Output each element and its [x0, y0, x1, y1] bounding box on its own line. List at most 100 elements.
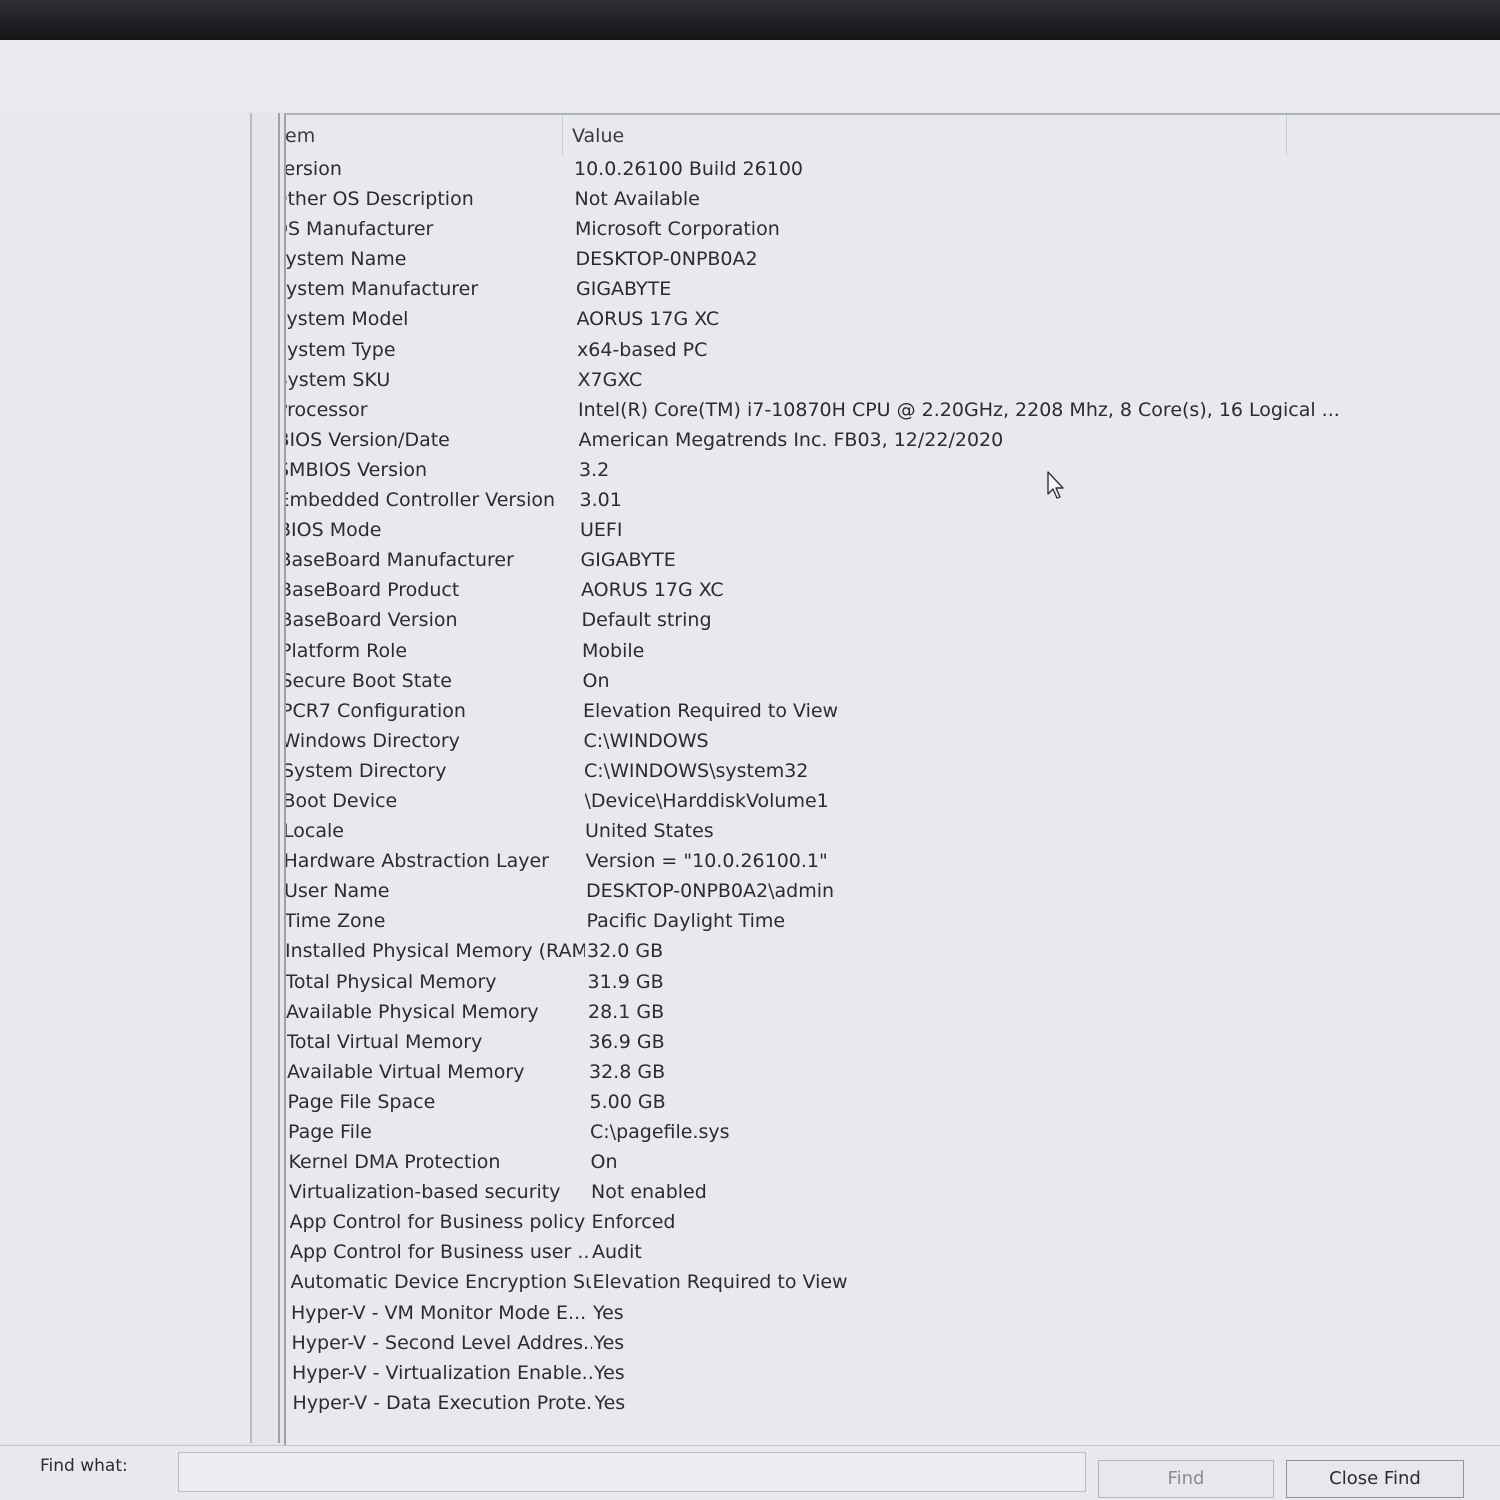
column-separator[interactable]: [1286, 115, 1287, 155]
table-row[interactable]: System Directory C:\WINDOWS\system32: [286, 757, 1500, 787]
row-item-name: Processor: [284, 398, 368, 421]
row-item-value: Enforced: [591, 1211, 676, 1234]
column-header-item[interactable]: Item: [286, 125, 315, 147]
table-row[interactable]: Processor Intel(R) Core(TM) i7-10870H CPU…: [286, 396, 1500, 426]
row-item-value: X7GXC: [577, 368, 643, 391]
row-item-value: DESKTOP-0NPB0A2: [575, 248, 758, 271]
table-row[interactable]: Automatic Device Encryption Su... Elevati…: [291, 1268, 1500, 1298]
table-row[interactable]: Virtualization-based security Not enabled: [289, 1178, 1500, 1208]
table-row[interactable]: System SKU X7GXC: [286, 366, 1500, 396]
table-row[interactable]: BaseBoard Manufacturer GIGABYTE: [286, 546, 1500, 576]
find-bar: Find what: Find Close Find: [0, 1445, 1500, 1500]
row-item-name: Time Zone: [284, 910, 386, 933]
table-row[interactable]: Embedded Controller Version 3.01: [286, 486, 1500, 516]
row-item-name: Secure Boot State: [284, 669, 452, 692]
table-row[interactable]: Version 10.0.26100 Build 26100: [286, 155, 1500, 185]
find-what-label: Find what:: [40, 1456, 128, 1476]
row-item-value: On: [582, 669, 610, 692]
column-header-value[interactable]: Value: [572, 125, 624, 147]
table-row[interactable]: Secure Boot State On: [286, 667, 1500, 697]
row-item-name: Boot Device: [284, 789, 398, 812]
row-item-value: American Megatrends Inc. FB03, 12/22/202…: [578, 428, 1004, 451]
table-row[interactable]: Available Physical Memory 28.1 GB: [286, 998, 1500, 1028]
table-row[interactable]: Hyper-V - VM Monitor Mode E... Yes: [291, 1299, 1500, 1329]
row-item-name: SMBIOS Version: [284, 458, 428, 481]
row-item-name: Automatic Device Encryption Su...: [290, 1271, 591, 1294]
row-item-name: Kernel DMA Protection: [288, 1151, 501, 1174]
row-item-value: AORUS 17G XC: [576, 308, 720, 331]
row-item-name: Hyper-V - VM Monitor Mode E...: [291, 1301, 587, 1324]
column-header: Item Value: [286, 115, 1500, 155]
find-what-input[interactable]: [178, 1452, 1086, 1492]
category-tree-pane[interactable]: [0, 113, 252, 1443]
table-row[interactable]: Platform Role Mobile: [286, 637, 1500, 667]
table-row[interactable]: Page File C:\pagefile.sys: [288, 1118, 1500, 1148]
row-item-value: C:\pagefile.sys: [590, 1121, 730, 1143]
row-item-value: On: [590, 1151, 618, 1174]
row-item-value: AORUS 17G XC: [581, 579, 724, 602]
table-row[interactable]: BaseBoard Product AORUS 17G XC: [286, 576, 1500, 606]
table-row[interactable]: App Control for Business policy Enforced: [290, 1208, 1500, 1238]
pane-splitter[interactable]: [252, 113, 280, 1443]
row-item-name: Available Virtual Memory: [287, 1060, 525, 1083]
table-row[interactable]: System Type x64-based PC: [286, 336, 1500, 366]
details-rows: Version 10.0.26100 Build 26100 Other OS De…: [286, 155, 1500, 1419]
row-item-value: x64-based PC: [577, 338, 708, 361]
row-item-name: Total Virtual Memory: [286, 1030, 483, 1053]
row-item-value: 28.1 GB: [588, 1000, 665, 1023]
row-item-value: Intel(R) Core(TM) i7-10870H CPU @ 2.20GH…: [578, 398, 1340, 421]
table-row[interactable]: BaseBoard Version Default string: [286, 606, 1500, 636]
table-row[interactable]: System Manufacturer GIGABYTE: [286, 275, 1500, 305]
table-row[interactable]: System Name DESKTOP-0NPB0A2: [286, 245, 1500, 275]
row-item-name: App Control for Business policy: [289, 1211, 586, 1234]
table-row[interactable]: Time Zone Pacific Daylight Time: [286, 907, 1500, 937]
table-row[interactable]: Total Virtual Memory 36.9 GB: [287, 1028, 1500, 1058]
row-item-name: System Name: [284, 248, 407, 271]
row-item-value: Microsoft Corporation: [575, 218, 780, 241]
table-row[interactable]: SMBIOS Version 3.2: [286, 456, 1500, 486]
table-row[interactable]: User Name DESKTOP-0NPB0A2\admin: [286, 877, 1500, 907]
table-row[interactable]: App Control for Business user ... Audit: [290, 1238, 1500, 1268]
table-row[interactable]: Installed Physical Memory (RAM) 32.0 GB: [286, 937, 1500, 967]
table-row[interactable]: Total Physical Memory 31.9 GB: [286, 968, 1500, 998]
table-row[interactable]: Boot Device \Device\HarddiskVolume1: [286, 787, 1500, 817]
row-item-value: Yes: [593, 1331, 625, 1354]
table-row[interactable]: Hyper-V - Data Execution Prote... Yes: [293, 1389, 1500, 1419]
row-item-name: BaseBoard Product: [284, 579, 460, 602]
row-item-value: 5.00 GB: [589, 1090, 666, 1113]
find-button[interactable]: Find: [1098, 1460, 1274, 1498]
row-item-name: System Model: [284, 308, 409, 331]
row-item-name: System SKU: [284, 368, 391, 391]
table-row[interactable]: Kernel DMA Protection On: [289, 1148, 1500, 1178]
table-row[interactable]: Locale United States: [286, 817, 1500, 847]
row-item-name: Virtualization-based security: [289, 1181, 561, 1204]
table-row[interactable]: Hyper-V - Second Level Addres... Yes: [292, 1329, 1500, 1359]
row-item-value: 32.0 GB: [587, 940, 664, 963]
table-row[interactable]: Windows Directory C:\WINDOWS: [286, 727, 1500, 757]
table-row[interactable]: OS Manufacturer Microsoft Corporation: [286, 215, 1500, 245]
table-row[interactable]: BIOS Version/Date American Megatrends Inc…: [286, 426, 1500, 456]
table-row[interactable]: Other OS Description Not Available: [286, 185, 1500, 215]
row-item-value: \Device\HarddiskVolume1: [584, 789, 829, 812]
table-row[interactable]: Hyper-V - Virtualization Enable... Yes: [292, 1359, 1500, 1389]
monitor-bezel: [0, 0, 1500, 40]
table-row[interactable]: Available Virtual Memory 32.8 GB: [287, 1058, 1500, 1088]
table-row[interactable]: System Model AORUS 17G XC: [286, 305, 1500, 335]
mouse-pointer-icon: [1047, 471, 1064, 499]
row-item-name: Windows Directory: [284, 729, 460, 752]
table-row[interactable]: Page File Space 5.00 GB: [288, 1088, 1500, 1118]
column-separator[interactable]: [562, 115, 563, 155]
row-item-name: BaseBoard Version: [284, 609, 458, 632]
row-item-name: BIOS Mode: [284, 519, 382, 542]
row-item-name: Page File: [288, 1121, 372, 1143]
row-item-value: Yes: [594, 1361, 625, 1384]
row-item-value: C:\WINDOWS: [583, 729, 709, 752]
details-list-pane[interactable]: Item Value Version 10.0.26100 Build 26100…: [284, 113, 1500, 1445]
table-row[interactable]: PCR7 Configuration Elevation Required to …: [286, 697, 1500, 727]
table-row[interactable]: BIOS Mode UEFI: [286, 516, 1500, 546]
close-find-button[interactable]: Close Find: [1286, 1460, 1464, 1498]
row-item-value: Not Available: [574, 188, 700, 211]
row-item-name: System Directory: [284, 759, 447, 782]
table-row[interactable]: Hardware Abstraction Layer Version = "10.…: [286, 847, 1500, 877]
row-item-value: 32.8 GB: [589, 1060, 666, 1083]
